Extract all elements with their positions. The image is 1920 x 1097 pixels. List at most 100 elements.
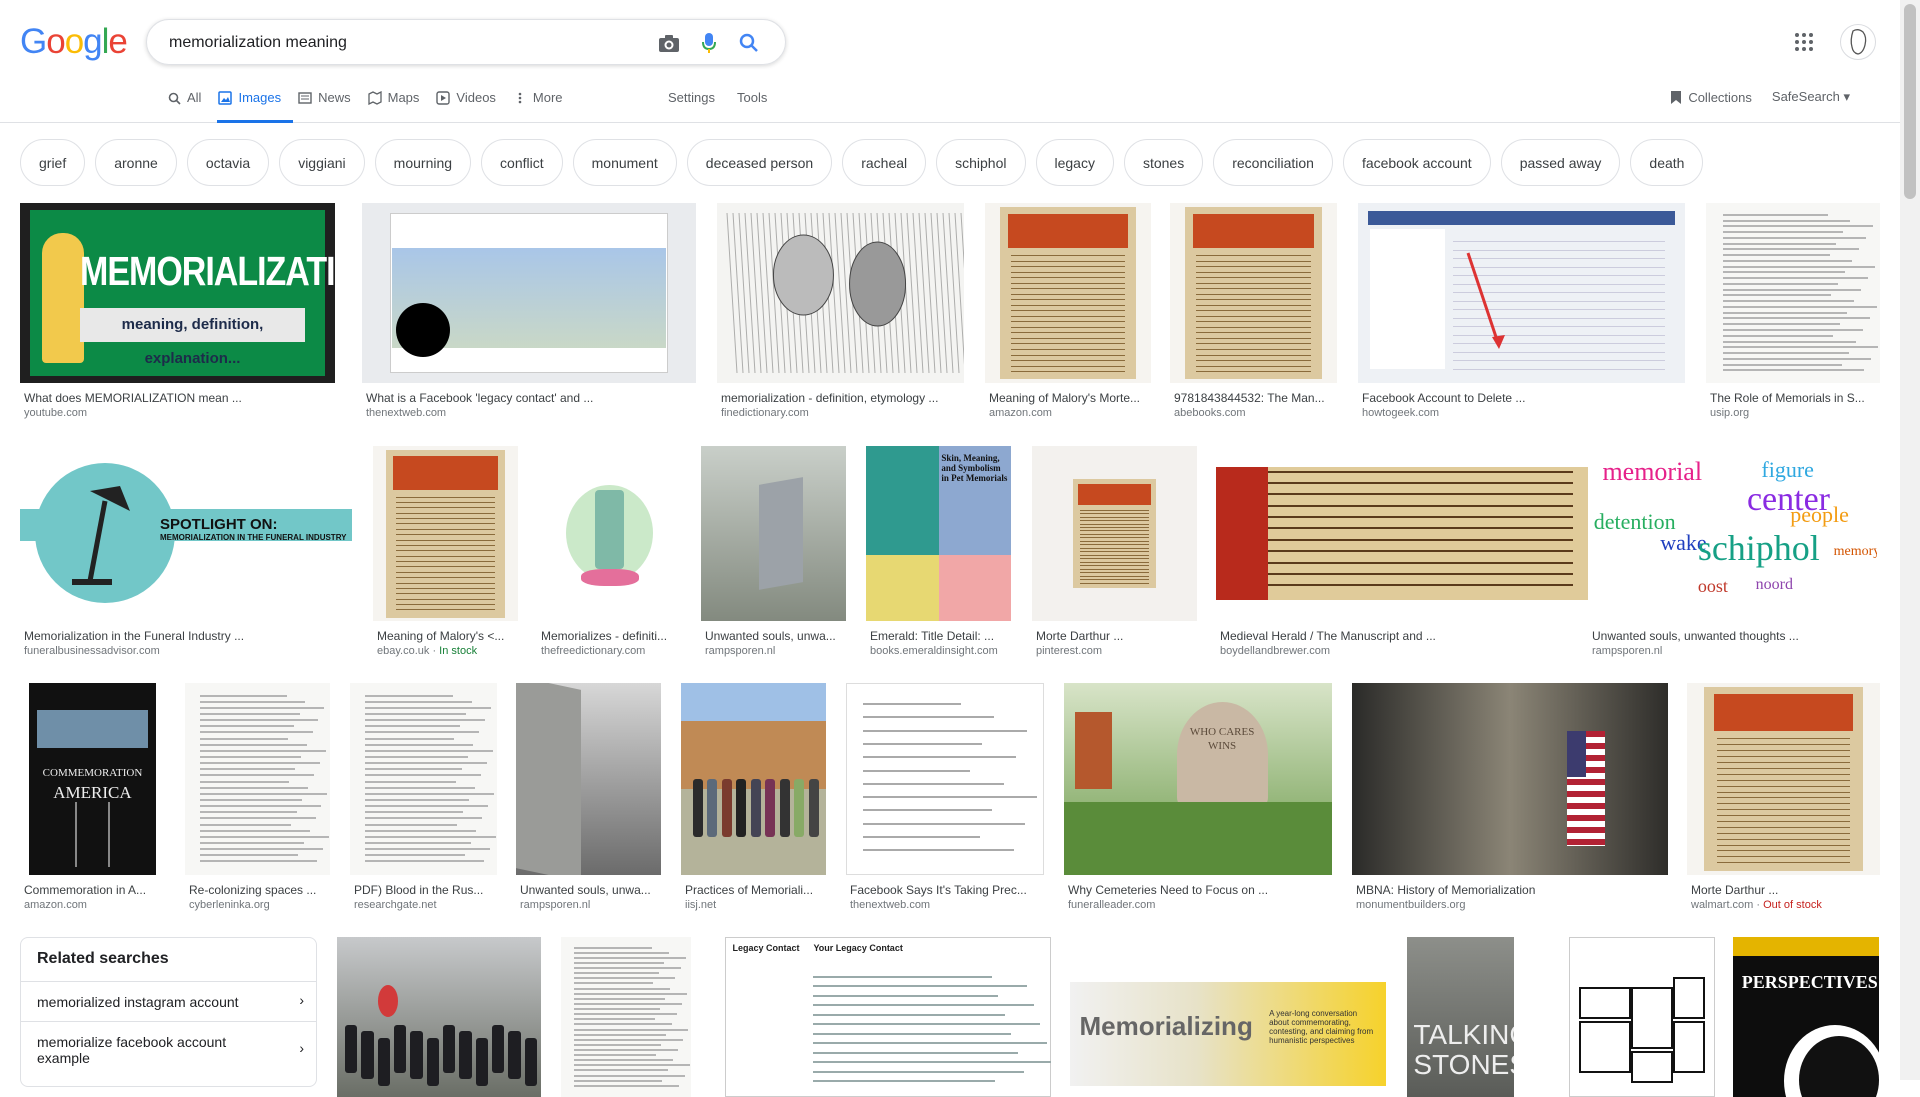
result-thumbnail[interactable] (1170, 203, 1337, 383)
result-thumbnail[interactable] (985, 203, 1151, 383)
result-title[interactable]: memorialization - definition, etymology … (721, 391, 960, 405)
chip-octavia[interactable]: octavia (186, 139, 270, 186)
chip-conflict[interactable]: conflict (481, 139, 563, 186)
image-result[interactable]: Morte Darthur ... pinterest.com (1032, 446, 1197, 661)
chip-facebook-account[interactable]: facebook account (1342, 139, 1491, 186)
image-result[interactable]: Legacy Contact Your Legacy Contact (725, 937, 1051, 1097)
result-thumbnail[interactable]: Legacy Contact Your Legacy Contact (725, 937, 1051, 1097)
result-title[interactable]: The Role of Memorials in S... (1710, 391, 1876, 405)
google-logo[interactable]: Google (20, 22, 128, 62)
result-thumbnail[interactable] (1216, 446, 1588, 621)
chip-deceased-person[interactable]: deceased person (686, 139, 833, 186)
image-result[interactable]: memorial figure center people detention wake s… (1588, 446, 1877, 661)
result-thumbnail[interactable] (350, 683, 497, 875)
chip-viggiani[interactable]: viggiani (279, 139, 365, 186)
image-result[interactable]: Unwanted souls, unwa... rampsporen.nl (516, 683, 661, 915)
result-thumbnail[interactable] (185, 683, 330, 875)
result-title[interactable]: What does MEMORIALIZATION mean ... (24, 391, 331, 405)
chip-grief[interactable]: grief (20, 139, 86, 186)
tab-all[interactable]: All (166, 90, 213, 123)
image-result[interactable]: Meaning of Malory's <... ebay.co.uk · In … (373, 446, 518, 661)
safesearch-dropdown[interactable]: SafeSearch ▾ (1772, 89, 1850, 105)
chip-mourning[interactable]: mourning (374, 139, 472, 186)
result-thumbnail[interactable] (1569, 937, 1715, 1097)
chip-racheal[interactable]: racheal (842, 139, 927, 186)
image-result[interactable]: SPOTLIGHT ON: MEMORIALIZATION IN THE FUNE… (20, 446, 352, 661)
result-title[interactable]: MBNA: History of Memorialization (1356, 883, 1664, 897)
chip-aronne[interactable]: aronne (95, 139, 177, 186)
result-title[interactable]: Unwanted souls, unwa... (705, 629, 842, 643)
result-thumbnail[interactable] (561, 937, 691, 1097)
image-result[interactable] (561, 937, 691, 1097)
result-thumbnail[interactable] (1032, 446, 1197, 621)
chip-death[interactable]: death (1630, 139, 1704, 186)
result-title[interactable]: Morte Darthur ... (1691, 883, 1876, 897)
result-thumbnail[interactable]: TALKING STONES (1407, 937, 1514, 1097)
image-result[interactable]: Unwanted souls, unwa... rampsporen.nl (701, 446, 846, 661)
search-input[interactable] (167, 30, 647, 56)
result-thumbnail[interactable]: memorial figure center people detention wake s… (1588, 446, 1877, 621)
result-thumbnail[interactable] (717, 203, 964, 383)
result-thumbnail[interactable] (1706, 203, 1880, 383)
result-thumbnail[interactable] (516, 683, 661, 875)
image-result[interactable]: PDF) Blood in the Rus... researchgate.net (350, 683, 497, 915)
tab-images[interactable]: Images (217, 90, 294, 123)
camera-icon[interactable] (657, 31, 681, 55)
result-thumbnail[interactable] (1687, 683, 1880, 875)
avatar[interactable] (1840, 24, 1876, 60)
result-thumbnail[interactable]: Memorializing A year-long conversation ab… (1070, 937, 1386, 1097)
result-title[interactable]: Emerald: Title Detail: ... (870, 629, 1007, 643)
image-result[interactable]: Memorializes - definiti... thefreediction… (537, 446, 682, 661)
result-title[interactable]: Meaning of Malory's <... (377, 629, 514, 643)
image-result[interactable]: MBNA: History of Memorialization monument… (1352, 683, 1668, 915)
image-result[interactable]: Meaning of Malory's Morte... amazon.com (985, 203, 1151, 423)
image-result[interactable] (337, 937, 541, 1097)
result-title[interactable]: 9781843844532: The Man... (1174, 391, 1333, 405)
result-thumbnail[interactable] (537, 446, 682, 621)
result-title[interactable]: Facebook Says It's Taking Prec... (850, 883, 1040, 897)
result-thumbnail[interactable] (701, 446, 846, 621)
image-result[interactable]: Medieval Herald / The Manuscript and ...… (1216, 446, 1588, 661)
result-title[interactable]: Unwanted souls, unwanted thoughts ... (1592, 629, 1873, 643)
chip-stones[interactable]: stones (1123, 139, 1204, 186)
image-result[interactable]: TALKING STONES (1407, 937, 1514, 1097)
tab-maps[interactable]: Maps (367, 90, 432, 123)
tab-more[interactable]: More (512, 90, 575, 123)
result-thumbnail[interactable]: SPOTLIGHT ON: MEMORIALIZATION IN THE FUNE… (20, 446, 352, 621)
image-result[interactable]: Morte Darthur ... walmart.com · Out of st… (1687, 683, 1880, 915)
search-icon[interactable] (737, 31, 761, 55)
result-title[interactable]: Memorializes - definiti... (541, 629, 678, 643)
result-thumbnail[interactable]: MEMORIALIZATION meaning, definition, expl… (20, 203, 335, 383)
result-thumbnail[interactable] (681, 683, 826, 875)
result-title[interactable]: Meaning of Malory's Morte... (989, 391, 1147, 405)
image-result[interactable]: Practices of Memoriali... iisj.net (681, 683, 826, 915)
collections-link[interactable]: Collections (1670, 90, 1752, 105)
result-thumbnail[interactable]: Skin, Meaning, and Symbolism in Pet Memo… (866, 446, 1011, 621)
result-title[interactable]: Unwanted souls, unwa... (520, 883, 657, 897)
result-thumbnail[interactable]: COMMEMORATION AMERICA (20, 683, 165, 875)
chip-legacy[interactable]: legacy (1035, 139, 1114, 186)
image-result[interactable]: 9781843844532: The Man... abebooks.com (1170, 203, 1337, 423)
result-thumbnail[interactable]: PERSPECTIVES (1733, 937, 1879, 1097)
result-thumbnail[interactable] (1358, 203, 1685, 383)
scrollbar[interactable] (1900, 0, 1920, 1080)
result-title[interactable]: Medieval Herald / The Manuscript and ... (1220, 629, 1584, 643)
scrollbar-thumb[interactable] (1904, 4, 1916, 199)
result-thumbnail[interactable] (846, 683, 1044, 875)
image-result[interactable]: Facebook Says It's Taking Prec... thenext… (846, 683, 1044, 915)
microphone-icon[interactable] (697, 31, 721, 55)
result-title[interactable]: Morte Darthur ... (1036, 629, 1193, 643)
settings-link[interactable]: Settings (668, 90, 715, 105)
image-result[interactable]: COMMEMORATION AMERICA Commemoration in A..… (20, 683, 165, 915)
related-item[interactable]: memorialize facebook account example › (21, 1021, 316, 1081)
image-result[interactable]: memorialization - definition, etymology … (717, 203, 964, 423)
result-title[interactable]: Commemoration in A... (24, 883, 161, 897)
result-title[interactable]: What is a Facebook 'legacy contact' and … (366, 391, 692, 405)
image-result[interactable]: Re-colonizing spaces ... cyberleninka.org (185, 683, 330, 915)
image-result[interactable]: What is a Facebook 'legacy contact' and … (362, 203, 696, 423)
chip-reconciliation[interactable]: reconciliation (1213, 139, 1333, 186)
image-result[interactable]: The Role of Memorials in S... usip.org (1706, 203, 1880, 423)
image-result[interactable]: Facebook Account to Delete ... howtogeek.… (1358, 203, 1685, 423)
result-title[interactable]: Memorialization in the Funeral Industry … (24, 629, 348, 643)
result-thumbnail[interactable]: WHO CARES WINS (1064, 683, 1332, 875)
